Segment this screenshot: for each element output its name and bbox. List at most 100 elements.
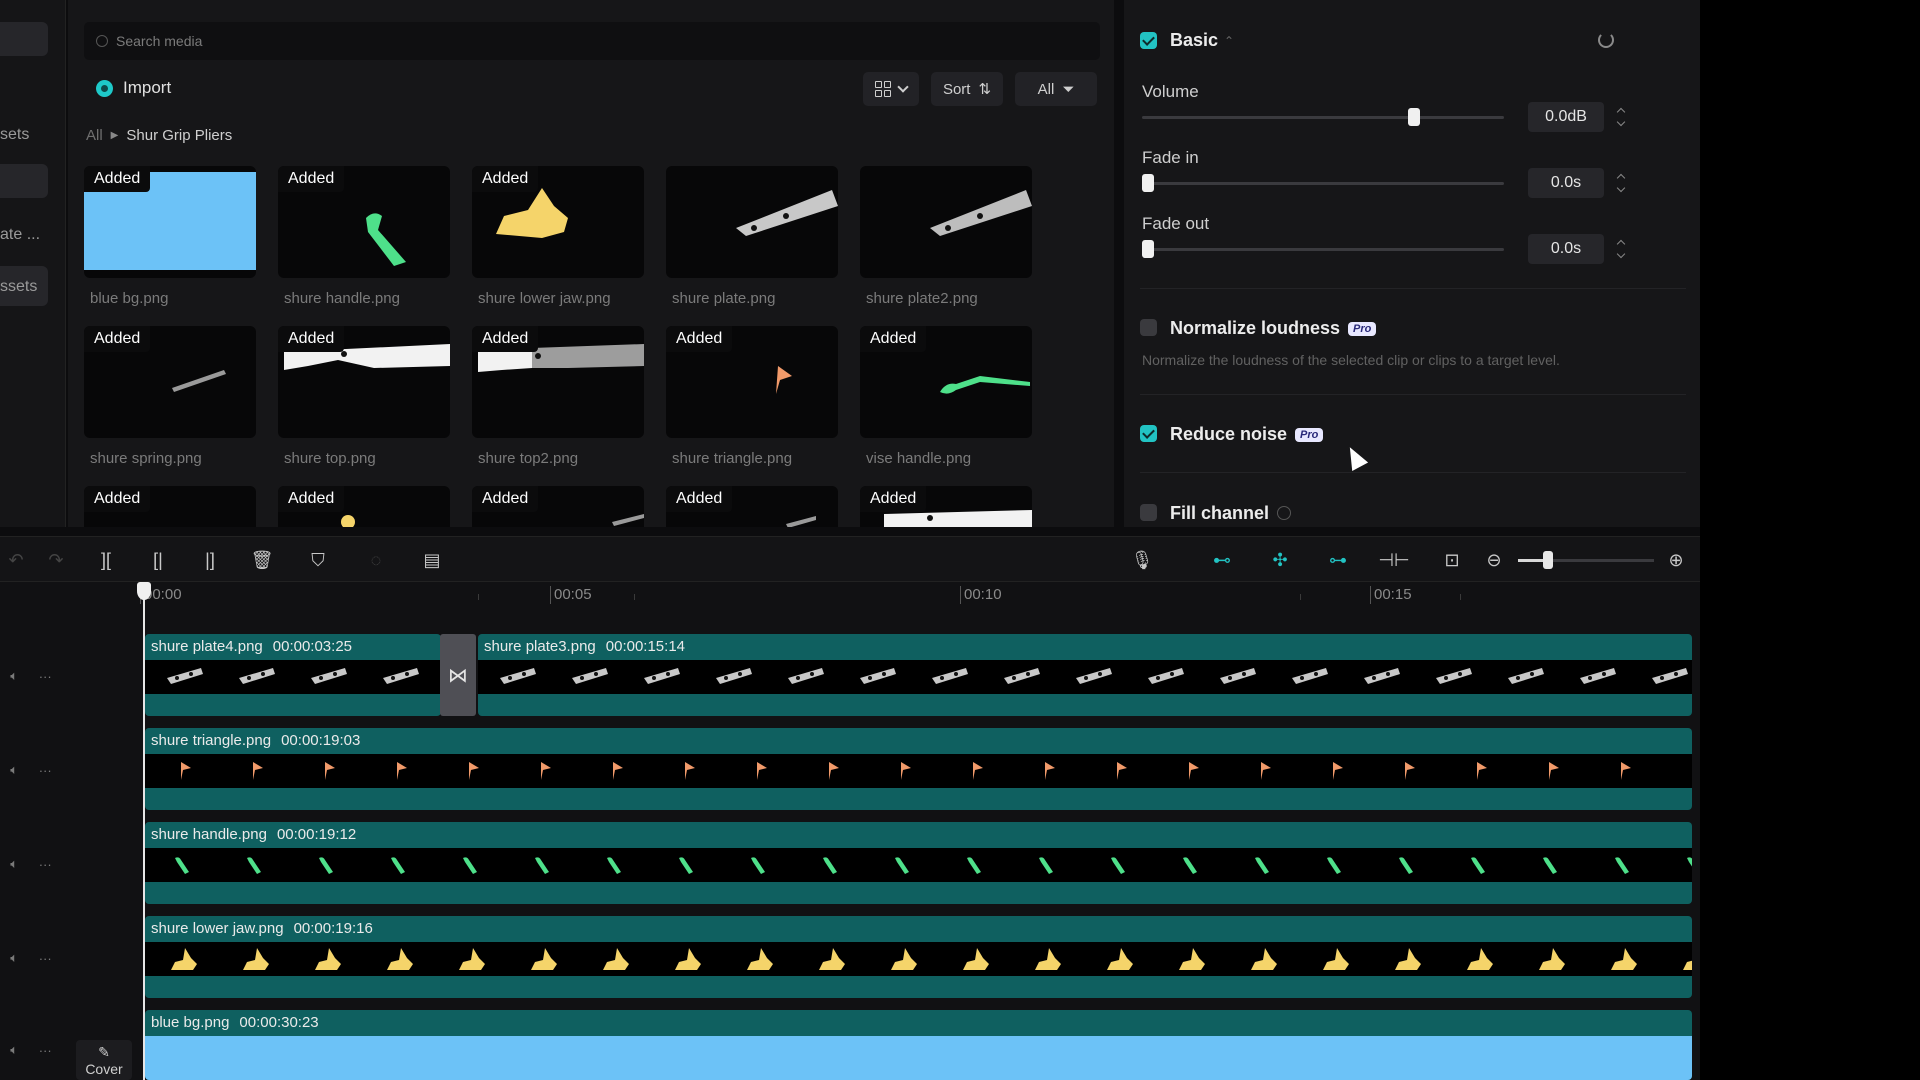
cover-button[interactable]: ✎ Cover [76,1040,132,1080]
nav-item-top[interactable] [0,22,48,56]
clip-filmstrip [145,848,1692,882]
media-thumbnail: Added [666,486,838,527]
timeline-clip[interactable]: shure lower jaw.png 00:00:19:16 [145,916,1692,998]
breadcrumb-root[interactable]: All [86,127,103,144]
view-mode-button[interactable] [863,72,919,106]
media-thumbnail: Added [84,326,256,438]
speaker-icon[interactable]: 🔈︎ [10,856,18,872]
speaker-icon[interactable]: 🔈︎ [10,950,18,966]
media-tile[interactable]: Added blue bg.png [84,166,256,307]
sort-button[interactable]: Sort ⇅ [931,72,1003,106]
more-icon[interactable]: ··· [39,951,52,966]
zoom-slider[interactable] [1518,551,1654,569]
track-controls[interactable]: 🔈︎ ··· [0,1010,62,1080]
nav-item-template[interactable]: ate ... [0,226,40,244]
split-preview-icon[interactable]: ⊣⊢ [1378,548,1409,572]
added-badge: Added [84,486,151,512]
speaker-icon[interactable]: 🔈︎ [10,762,18,778]
timeline-clip[interactable]: shure plate4.png 00:00:03:25 [145,634,441,716]
nav-item-assets[interactable]: ssets [0,278,37,296]
volume-stepper[interactable] [1614,102,1628,132]
fade-out-slider-thumb[interactable] [1142,240,1154,258]
help-icon[interactable] [1277,506,1292,520]
filmstrip-frames [171,948,1692,970]
timeline-clip[interactable]: shure triangle.png 00:00:19:03 [145,728,1692,810]
speaker-icon[interactable]: 🔈︎ [10,1042,18,1058]
media-tile[interactable]: Added [84,486,256,527]
reduce-noise-checkbox[interactable] [1140,425,1157,442]
media-filename: shure top2.png [478,450,579,467]
redo-icon[interactable]: ↷ [44,548,68,572]
media-tile[interactable]: shure plate2.png [860,166,1032,307]
fade-out-value[interactable]: 0.0s [1528,234,1604,264]
more-icon[interactable]: ··· [39,857,52,872]
playhead[interactable] [137,582,151,1080]
collapse-icon[interactable]: ⌃ [1224,34,1234,48]
more-icon[interactable]: ··· [39,1043,52,1058]
volume-value[interactable]: 0.0dB [1528,102,1604,132]
link-clips-icon[interactable]: ⊶ [1326,548,1350,572]
fade-out-slider[interactable] [1142,240,1504,258]
zoom-slider-thumb[interactable] [1542,551,1553,569]
media-tile[interactable]: Added [666,486,838,527]
reset-icon[interactable] [1598,32,1614,48]
speaker-icon[interactable]: 🔈︎ [10,668,18,684]
media-filename: shure plate.png [672,290,776,307]
search-box[interactable] [84,22,1100,60]
timeline-clip[interactable]: blue bg.png 00:00:30:23 [145,1010,1692,1080]
track-controls[interactable]: 🔈︎ ··· [0,918,62,998]
volume-slider-thumb[interactable] [1407,108,1420,126]
filmstrip-frames [500,668,1688,684]
zoom-out-icon[interactable]: ⊖ [1482,548,1506,572]
caption-icon[interactable]: ▤ [420,548,444,572]
normalize-checkbox[interactable] [1140,319,1157,336]
media-tile[interactable]: Added shure handle.png [278,166,450,307]
auto-snap-icon[interactable]: ✣ [1268,548,1292,572]
media-tile[interactable]: Added shure spring.png [84,326,256,467]
nav-item-presets[interactable]: sets [0,126,29,144]
fade-out-stepper[interactable] [1614,234,1628,264]
loop-icon[interactable]: ◌ [364,548,388,572]
split-right-icon[interactable]: |] [198,548,222,572]
filter-button[interactable]: All ⏷ [1015,72,1097,106]
media-tile[interactable]: Added vise handle.png [860,326,1032,467]
media-tile[interactable]: Added shure triangle.png [666,326,838,467]
shield-icon[interactable]: ⛉ [306,548,330,572]
split-left-icon[interactable]: [| [146,548,170,572]
fade-in-slider-thumb[interactable] [1142,174,1154,192]
fade-in-stepper[interactable] [1614,168,1628,198]
media-tile[interactable]: Added [278,486,450,527]
media-tile[interactable]: Added [860,486,1032,527]
breadcrumb-arrow-icon: ▶ [110,130,119,141]
import-button[interactable]: Import [96,78,171,98]
media-tile[interactable]: Added shure lower jaw.png [472,166,644,307]
media-tile[interactable]: Added shure top.png [278,326,450,467]
search-input[interactable] [116,33,516,49]
track-controls[interactable]: 🔈︎ ··· [0,824,62,904]
track-controls[interactable]: 🔈︎ ··· [0,730,62,810]
more-icon[interactable]: ··· [39,669,52,684]
preview-icon[interactable]: ⊡ [1440,548,1464,572]
microphone-icon[interactable]: 🎙 [1130,548,1154,572]
more-icon[interactable]: ··· [39,763,52,778]
audio-properties-panel: Basic ⌃ Volume 0.0dB Fade in 0.0s Fade o… [1124,0,1700,527]
volume-slider[interactable] [1142,108,1504,126]
media-tile[interactable]: Added shure top2.png [472,326,644,467]
timeline-clip[interactable]: shure handle.png 00:00:19:12 [145,822,1692,904]
zoom-in-icon[interactable]: ⊕ [1664,548,1688,572]
time-ruler[interactable]: 00:00 00:05 00:10 00:15 [140,582,1700,616]
media-tile[interactable]: shure plate.png [666,166,838,307]
fade-in-value[interactable]: 0.0s [1528,168,1604,198]
timeline-clip[interactable]: shure plate3.png 00:00:15:14 [478,634,1692,716]
magnet-link-icon[interactable]: ⊷ [1210,548,1234,572]
transition-icon[interactable]: ⋈ [440,634,476,716]
delete-icon[interactable]: 🗑 [250,548,274,572]
media-tile[interactable]: Added [472,486,644,527]
track-controls[interactable]: 🔈︎ ··· [0,636,62,716]
basic-checkbox[interactable] [1140,32,1157,49]
undo-icon[interactable]: ↶ [4,548,28,572]
fill-channel-checkbox[interactable] [1140,504,1157,521]
split-icon[interactable]: ][ [94,548,118,572]
nav-item-block[interactable] [0,164,48,198]
fade-in-slider[interactable] [1142,174,1504,192]
